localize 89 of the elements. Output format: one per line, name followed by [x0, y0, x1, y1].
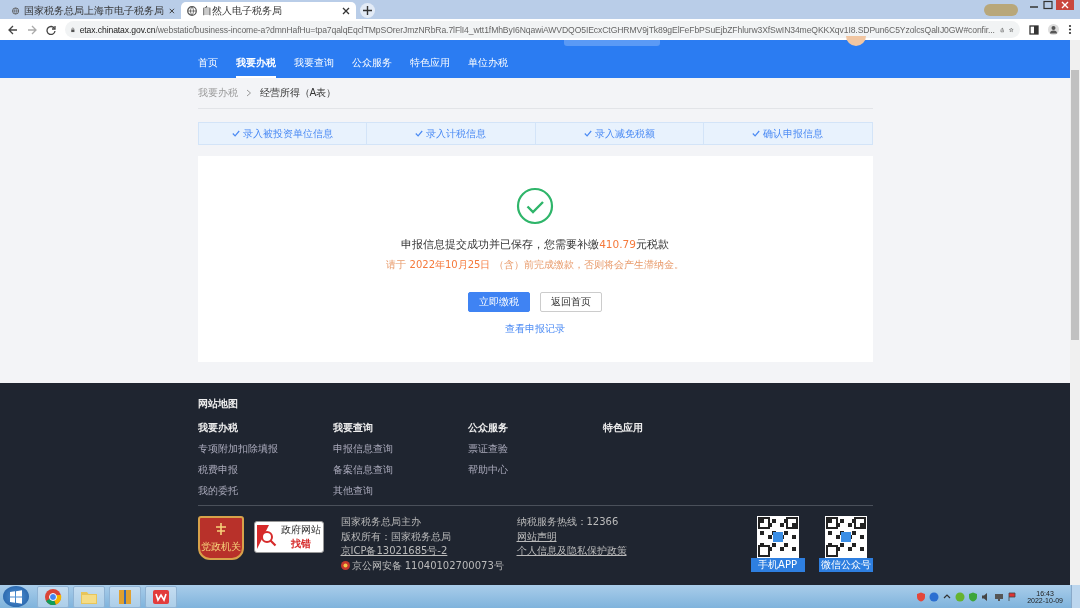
qr-caption: 微信公众号 — [818, 558, 873, 572]
footer-heading: 特色应用 — [602, 421, 644, 435]
footer-heading: 我要办税 — [197, 421, 239, 435]
report-error-badge[interactable]: 政府网站 找错 — [253, 521, 324, 553]
nav-tab[interactable]: 我要查询 — [293, 48, 334, 78]
emblem-badge[interactable]: 党政机关 — [197, 516, 244, 560]
footer-text: 纳税服务热线：12366 — [516, 516, 620, 529]
footer-link[interactable]: 京ICP备13021685号-2 — [340, 545, 517, 558]
step-item: 录入被投资单位信息 — [198, 123, 367, 144]
qr-code — [824, 516, 867, 558]
qr-code — [756, 516, 799, 558]
side-panel-icon — [1029, 24, 1039, 35]
footer-title: 网站地图 — [197, 397, 239, 411]
plus-icon — [363, 6, 372, 15]
more-icon — [1068, 24, 1072, 35]
nav-tab[interactable]: 单位办税 — [467, 48, 508, 78]
nav-tab[interactable]: 首页 — [197, 48, 218, 78]
magnifier-icon — [256, 525, 279, 549]
taskbar-app[interactable] — [145, 585, 177, 608]
deadline-notice: 请于 2022年10月25日 （含）前完成缴款，否则将会产生滞纳金。 — [386, 258, 684, 272]
footer-text: 国家税务总局主办 — [340, 516, 422, 529]
footer-link[interactable]: 税费申报 — [197, 463, 333, 477]
flag-icon — [1007, 591, 1018, 602]
footer-link[interactable]: 申报信息查询 — [332, 442, 468, 456]
nav-tab[interactable]: 特色应用 — [409, 48, 450, 78]
chevron-right-icon — [245, 89, 252, 97]
footer-link[interactable]: 其他查询 — [332, 484, 468, 498]
footer-link[interactable]: 帮助中心 — [467, 463, 603, 477]
nav-tab[interactable]: 公众服务 — [351, 48, 392, 78]
taskbar-app[interactable] — [37, 585, 69, 608]
profile-icon — [1048, 24, 1059, 35]
footer-link[interactable]: 票证查验 — [467, 442, 603, 456]
step-item: 录入计税信息 — [367, 123, 536, 144]
footer-link[interactable]: 备案信息查询 — [332, 463, 468, 477]
security-icon — [968, 591, 979, 602]
globe-icon — [12, 5, 20, 16]
show-desktop-button[interactable] — [1071, 585, 1080, 608]
monitor-icon — [994, 591, 1005, 602]
start-button[interactable] — [3, 586, 29, 607]
scrollbar[interactable] — [1070, 40, 1080, 585]
shield-icon — [916, 591, 927, 602]
step-item: 录入减免税额 — [535, 123, 704, 144]
archive-icon — [116, 587, 134, 606]
close-icon — [1056, 0, 1074, 10]
share-icon — [999, 24, 1005, 35]
forward-arrow-icon — [27, 24, 37, 35]
browser-tab[interactable]: 自然人电子税务局 — [181, 2, 356, 19]
profile-pill[interactable] — [984, 3, 1018, 16]
scrollbar-thumb[interactable] — [1071, 70, 1079, 340]
search-field[interactable] — [564, 40, 660, 46]
step-item: 确认申报信息 — [704, 123, 872, 144]
pay-button[interactable]: 立即缴税 — [468, 292, 530, 312]
success-check-icon — [516, 187, 554, 225]
footer-link[interactable]: 专项附加扣除填报 — [197, 442, 333, 456]
new-tab-button[interactable] — [360, 3, 375, 18]
browser-icon — [44, 587, 62, 606]
document-app-icon — [152, 587, 170, 606]
footer-link[interactable]: 网站声明 — [516, 530, 717, 543]
footer-heading: 我要查询 — [332, 421, 374, 435]
check-icon — [583, 130, 592, 137]
network-icon — [955, 591, 966, 602]
police-badge-icon — [340, 561, 350, 571]
lock-icon — [71, 24, 75, 35]
help-icon — [929, 591, 940, 602]
browser-tab[interactable]: 国家税务总局上海市电子税务局 — [6, 2, 181, 19]
breadcrumb-current: 经营所得（A表） — [259, 86, 337, 100]
footer-heading: 公众服务 — [467, 421, 509, 435]
check-icon — [231, 130, 240, 137]
windows-logo-icon — [9, 589, 23, 604]
nav-tab[interactable]: 我要办税 — [235, 48, 276, 78]
close-icon — [169, 6, 175, 15]
globe-icon — [187, 5, 197, 16]
footer-text: 京公网安备 11040102700073号 — [351, 559, 504, 572]
footer-link[interactable]: 我的委托 — [197, 484, 333, 498]
reload-icon — [46, 24, 56, 35]
records-link[interactable]: 查看申报记录 — [505, 322, 565, 336]
footer-text: 版权所有：国家税务总局 — [340, 530, 452, 543]
maximize-icon — [1042, 0, 1054, 10]
close-icon — [342, 6, 350, 15]
check-icon — [415, 130, 424, 137]
avatar[interactable] — [846, 36, 866, 46]
taskbar-app[interactable] — [109, 585, 141, 608]
qr-caption: 手机APP — [750, 558, 805, 572]
result-message: 申报信息提交成功并已保存，您需要补缴410.79元税款 — [401, 238, 669, 252]
address-field[interactable]: etax.chinatax.gov.cn/webstatic/business-income-a?dmnHafHu=tpa7qalqEqclTMpSOrerJmzNRbRa.7lFlI4_wtt1fMhByI6NqawiAWVDQO5IEcxCtGHRMV9jTk89gElFeFbPSuEjbZFhlurw3XfSwIN34meQKKXqv1I8.SDPun6C5YzolcsQalIJ0GW#confir... — [65, 21, 1020, 38]
check-icon — [752, 130, 761, 137]
home-button[interactable]: 返回首页 — [540, 292, 602, 312]
footer-link[interactable]: 个人信息及隐私保护政策 — [516, 545, 717, 558]
back-arrow-icon — [8, 24, 18, 35]
